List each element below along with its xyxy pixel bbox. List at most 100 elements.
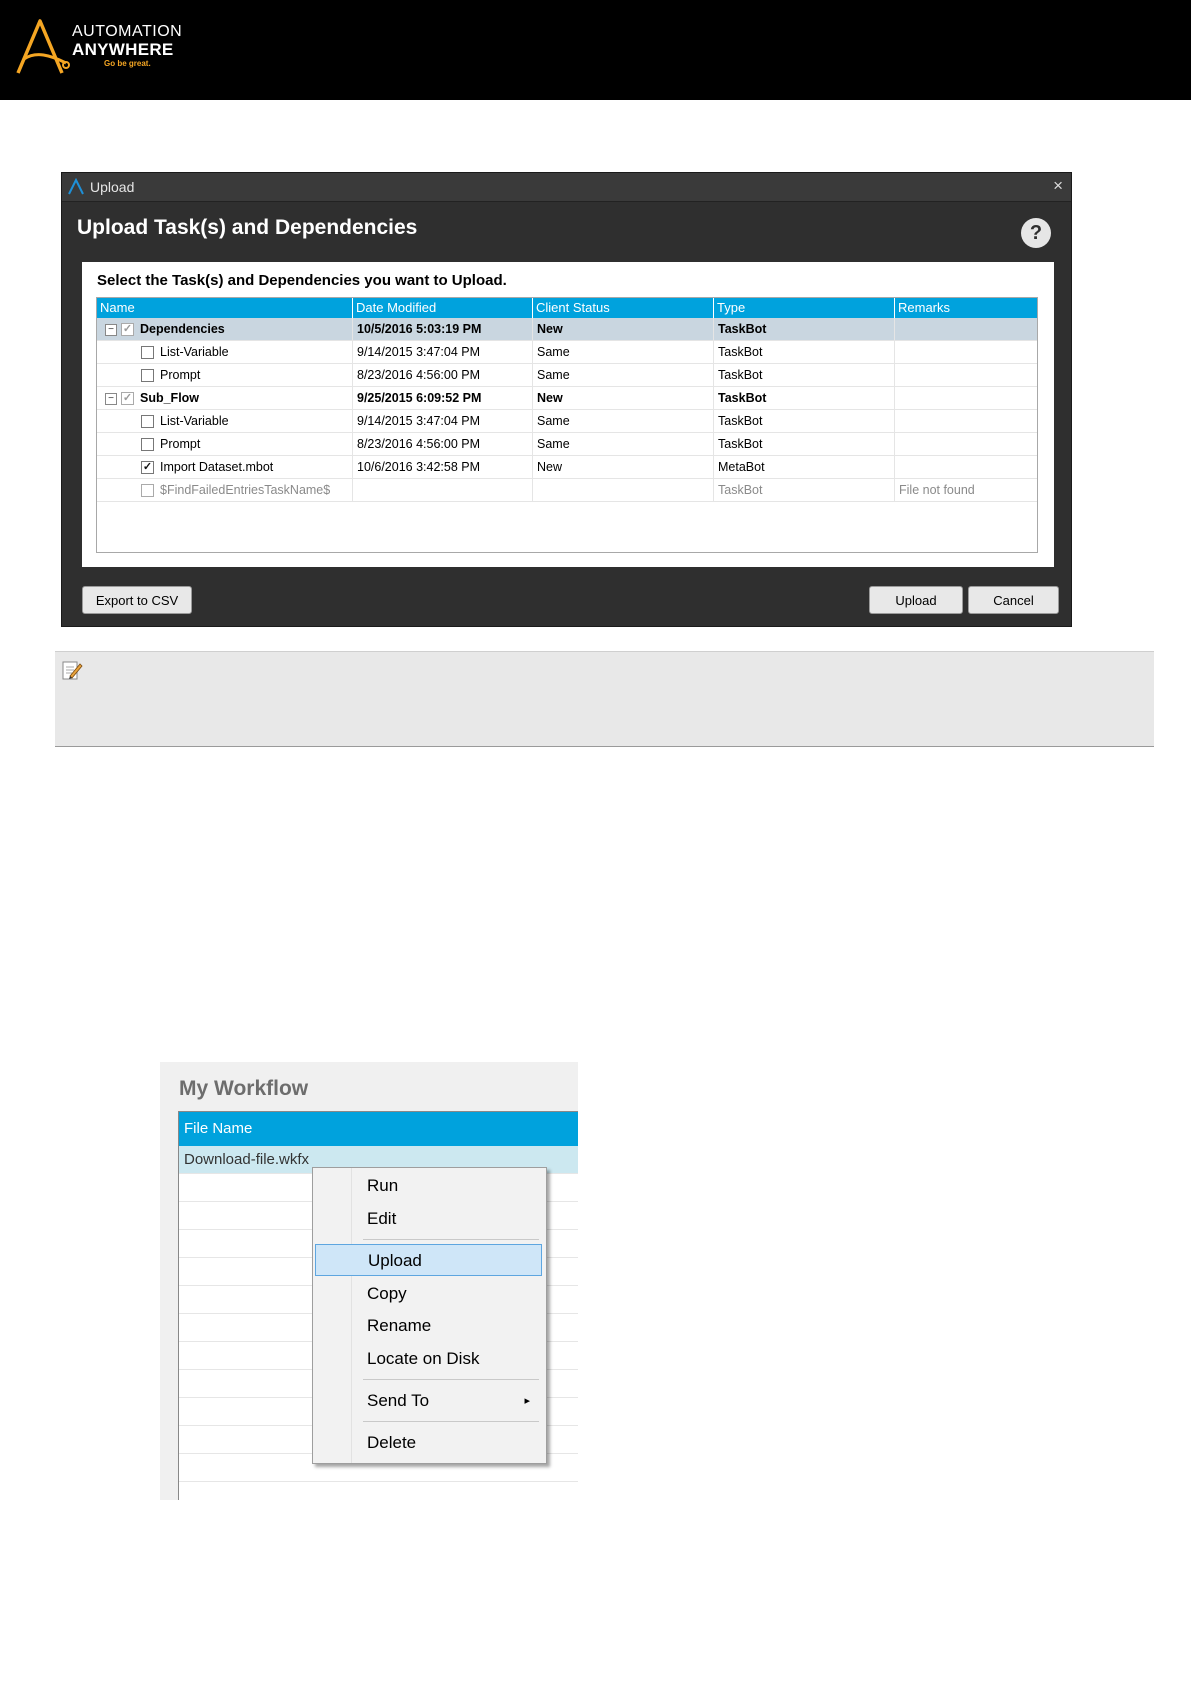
collapse-icon[interactable]: − <box>105 392 117 405</box>
table-row[interactable]: Prompt 8/23/2016 4:56:00 PM Same TaskBot <box>97 433 1037 456</box>
brand-wordmark: AUTOMATION ANYWHERE Go be great. <box>72 24 182 68</box>
status-cell: Same <box>533 364 714 386</box>
selection-panel: Select the Task(s) and Dependencies you … <box>82 262 1054 567</box>
menu-item-label: Send To <box>367 1391 430 1410</box>
type-cell: TaskBot <box>714 318 895 340</box>
menu-item-edit[interactable]: Edit <box>315 1203 542 1235</box>
menu-item-upload[interactable]: Upload <box>315 1244 542 1276</box>
note-pencil-icon <box>62 661 83 680</box>
checkbox[interactable] <box>141 369 154 383</box>
checkbox[interactable] <box>141 346 154 360</box>
cancel-button[interactable]: Cancel <box>968 586 1059 614</box>
checkbox[interactable]: ✓ <box>121 392 134 406</box>
type-cell: TaskBot <box>714 341 895 363</box>
type-cell: TaskBot <box>714 433 895 455</box>
task-name: List-Variable <box>160 414 229 428</box>
remarks-cell <box>895 387 1037 409</box>
date-cell: 10/6/2016 3:42:58 PM <box>353 456 533 478</box>
dialog-window-title: Upload <box>90 179 135 195</box>
name-cell: Prompt <box>97 433 353 455</box>
site-header: AUTOMATION ANYWHERE Go be great. <box>0 0 1191 100</box>
table-row[interactable]: Prompt 8/23/2016 4:56:00 PM Same TaskBot <box>97 364 1037 387</box>
checkbox[interactable] <box>141 415 154 429</box>
checkbox[interactable] <box>141 438 154 452</box>
task-name: Prompt <box>160 368 201 382</box>
note-box <box>55 651 1154 747</box>
type-cell: TaskBot <box>714 410 895 432</box>
column-header-date-modified[interactable]: Date Modified <box>353 298 533 318</box>
brand-line-2: ANYWHERE <box>72 40 174 59</box>
column-header-client-status[interactable]: Client Status <box>533 298 714 318</box>
remarks-cell <box>895 364 1037 386</box>
dialog-heading: Upload Task(s) and Dependencies <box>77 216 418 239</box>
menu-item-rename[interactable]: Rename <box>315 1310 542 1342</box>
remarks-cell <box>895 433 1037 455</box>
grid-header: Name Date Modified Client Status Type Re… <box>97 298 1037 318</box>
column-header-remarks[interactable]: Remarks <box>895 298 1037 318</box>
date-cell: 9/14/2015 3:47:04 PM <box>353 341 533 363</box>
menu-separator <box>363 1239 539 1240</box>
checkbox-checked[interactable]: ✓ <box>141 461 154 475</box>
task-name: Import Dataset.mbot <box>160 460 274 474</box>
close-icon[interactable]: × <box>1053 176 1063 196</box>
table-row[interactable]: $FindFailedEntriesTaskName$ TaskBot File… <box>97 479 1037 502</box>
table-row[interactable]: List-Variable 9/14/2015 3:47:04 PM Same … <box>97 341 1037 364</box>
name-cell: List-Variable <box>97 341 353 363</box>
name-cell: Prompt <box>97 364 353 386</box>
type-cell: MetaBot <box>714 456 895 478</box>
task-name: Prompt <box>160 437 201 451</box>
table-row[interactable]: ✓ Import Dataset.mbot 10/6/2016 3:42:58 P… <box>97 456 1037 479</box>
remarks-cell: File not found <box>899 483 975 497</box>
automation-anywhere-logo-icon <box>16 19 70 74</box>
date-cell: 10/5/2016 5:03:19 PM <box>353 318 533 340</box>
menu-item-run[interactable]: Run <box>315 1170 542 1202</box>
checkbox[interactable]: ✓ <box>121 323 134 337</box>
app-logo-icon <box>68 178 84 195</box>
submenu-arrow-icon: ▸ <box>524 1395 530 1407</box>
table-row[interactable]: List-Variable 9/14/2015 3:47:04 PM Same … <box>97 410 1037 433</box>
menu-item-copy[interactable]: Copy <box>315 1278 542 1310</box>
task-name: List-Variable <box>160 345 229 359</box>
date-cell: 9/25/2015 6:09:52 PM <box>353 387 533 409</box>
dialog-titlebar: Upload × <box>62 173 1071 202</box>
status-cell: Same <box>533 341 714 363</box>
context-menu: Run Edit Upload Copy Rename Locate on Di… <box>312 1167 547 1464</box>
name-cell: ✓ Import Dataset.mbot <box>97 456 353 478</box>
type-cell: TaskBot <box>714 364 895 386</box>
date-cell <box>353 479 533 501</box>
date-cell: 9/14/2015 3:47:04 PM <box>353 410 533 432</box>
brand-tagline: Go be great. <box>104 59 151 68</box>
menu-item-locate-on-disk[interactable]: Locate on Disk <box>315 1343 542 1375</box>
column-header-name[interactable]: Name <box>97 298 353 318</box>
workflow-title: My Workflow <box>179 1077 309 1100</box>
checkbox-disabled <box>141 484 154 498</box>
status-cell: Same <box>533 433 714 455</box>
table-row[interactable]: − ✓ Sub_Flow 9/25/2015 6:09:52 PM New Task… <box>97 387 1037 410</box>
remarks-cell <box>895 456 1037 478</box>
upload-dialog: Upload × Upload Task(s) and Dependencies… <box>61 172 1072 627</box>
brand-line-1: AUTOMATION <box>72 23 183 40</box>
instruction-text: Select the Task(s) and Dependencies you … <box>97 272 507 289</box>
type-cell: TaskBot <box>714 479 895 501</box>
menu-separator <box>363 1421 539 1422</box>
collapse-icon[interactable]: − <box>105 323 117 336</box>
remarks-cell <box>895 318 1037 340</box>
name-cell: − ✓ Dependencies <box>97 318 353 340</box>
column-header-file-name[interactable]: File Name <box>179 1112 578 1146</box>
table-row[interactable]: − ✓ Dependencies 10/5/2016 5:03:19 PM New … <box>97 318 1037 341</box>
upload-button[interactable]: Upload <box>869 586 963 614</box>
menu-item-send-to[interactable]: Send To ▸ <box>315 1385 542 1417</box>
task-grid: Name Date Modified Client Status Type Re… <box>96 297 1038 553</box>
menu-separator <box>363 1379 539 1380</box>
export-to-csv-button[interactable]: Export to CSV <box>82 586 192 614</box>
type-cell: TaskBot <box>714 387 895 409</box>
name-cell: $FindFailedEntriesTaskName$ <box>97 479 353 501</box>
column-header-type[interactable]: Type <box>714 298 895 318</box>
status-cell: New <box>533 318 714 340</box>
remarks-cell <box>895 410 1037 432</box>
help-icon[interactable]: ? <box>1021 218 1051 248</box>
status-cell <box>533 479 714 501</box>
menu-item-delete[interactable]: Delete <box>315 1427 542 1459</box>
status-cell: New <box>533 387 714 409</box>
date-cell: 8/23/2016 4:56:00 PM <box>353 364 533 386</box>
